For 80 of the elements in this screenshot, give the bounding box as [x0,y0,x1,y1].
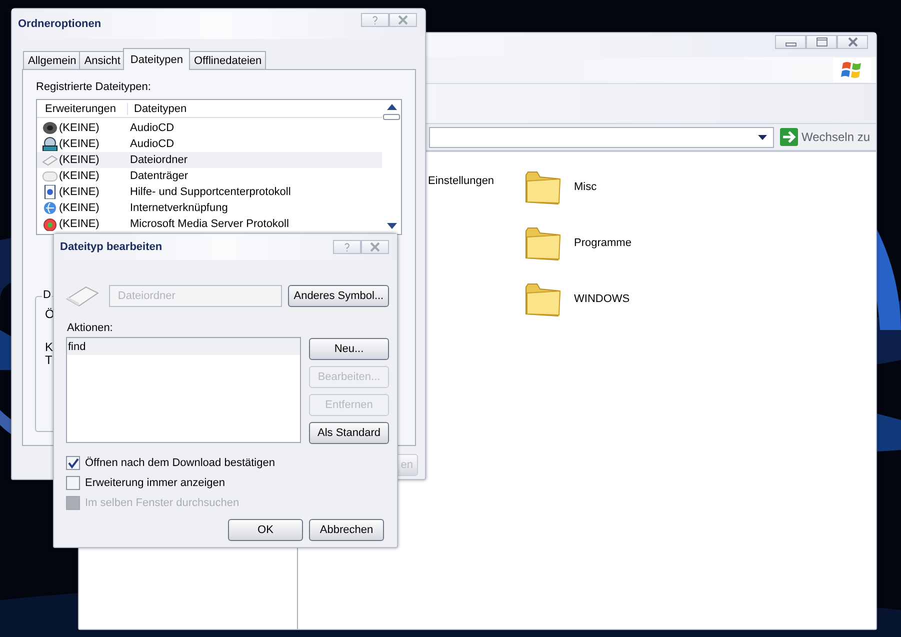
scroll-thumb[interactable] [383,114,400,120]
list-row[interactable]: (KEINE) Dateiordner [37,152,382,168]
drive-icon [42,169,58,183]
help-icon [370,15,380,25]
file-icon [66,284,100,308]
close-icon [369,242,381,252]
speaker-icon [42,121,58,135]
disc-icon [42,137,58,151]
close-icon [846,37,858,47]
checkbox[interactable] [66,456,80,470]
window-title: Dateityp bearbeiten [60,241,162,253]
tab[interactable]: Dateitypen [123,48,190,70]
list-row[interactable]: (KEINE) Hilfe- und Supportcenterprotokoll [37,184,382,200]
action-item[interactable]: find [67,338,300,355]
help-button[interactable] [333,240,361,254]
arrow-right-icon [780,128,798,146]
checkbox[interactable] [66,476,80,490]
group-label: D [42,289,52,301]
dialog-button[interactable]: OK [228,519,303,541]
folder-label: Einstellungen [428,175,496,187]
checkbox-label: Im selben Fenster durchsuchen [85,497,240,509]
extension-text: (KEINE) [59,138,100,150]
list-row[interactable]: (KEINE) AudioCD [37,120,382,136]
type-text: Dateiordner [129,154,188,166]
address-field[interactable] [429,126,774,148]
type-text: Internetverknüpfung [129,202,228,214]
group-text: K [45,340,54,354]
list-row[interactable]: (KEINE) Datenträger [37,168,382,184]
document-icon [42,185,58,199]
list-label: Registrierte Dateitypen: [36,81,152,93]
group-text: T [45,353,52,367]
checkbox-label: Erweiterung immer anzeigen [85,477,226,489]
column-header[interactable]: Erweiterungen [37,102,128,114]
folder-label[interactable]: Misc [574,181,597,193]
folder-icon[interactable] [524,281,562,317]
action-button[interactable]: Als Standard [309,422,389,444]
tab[interactable]: Ansicht [79,51,124,69]
checkbox-label: Öffnen nach dem Download bestätigen [85,457,275,469]
close-button[interactable] [837,35,868,49]
close-button[interactable] [389,13,417,27]
action-button[interactable]: Neu... [309,338,389,360]
maximize-icon [816,37,828,47]
change-icon-button[interactable]: Anderes Symbol... [288,285,390,307]
close-button[interactable] [361,240,389,254]
tab[interactable]: Allgemein [23,51,80,69]
media-icon [42,217,58,231]
file-icon [42,153,58,167]
list-row[interactable]: (KEINE) AudioCD [37,136,382,152]
folder-label[interactable]: WINDOWS [574,293,630,305]
extension-text: (KEINE) [59,218,100,230]
folder-label[interactable]: Programme [574,237,632,249]
tab[interactable]: Offlinedateien [188,51,266,69]
actions-label: Aktionen: [66,321,114,334]
help-button[interactable] [361,13,389,27]
maximize-button[interactable] [806,35,837,49]
help-icon [342,242,352,252]
scroll-up-icon[interactable] [386,104,396,110]
dropdown-arrow-icon [758,134,767,140]
globe-icon [42,201,58,215]
list-row[interactable]: (KEINE) Microsoft Media Server Protokoll [37,216,382,232]
windows-logo-icon [833,58,871,82]
folder-icon[interactable] [524,169,562,205]
extension-text: (KEINE) [59,154,100,166]
extension-text: (KEINE) [59,186,100,198]
go-button[interactable]: Wechseln zu [780,128,870,146]
extension-text: (KEINE) [59,122,100,134]
window-title: Ordneroptionen [18,18,102,30]
extension-text: (KEINE) [59,202,100,214]
dialog-button[interactable]: Abbrechen [309,519,384,541]
column-header[interactable]: Dateitypen [128,102,187,114]
extension-text: (KEINE) [59,170,100,182]
type-text: Hilfe- und Supportcenterprotokoll [129,186,291,198]
type-text: Datenträger [129,170,188,182]
type-text: AudioCD [129,138,174,150]
type-text: AudioCD [129,122,174,134]
minimize-button[interactable] [775,35,806,49]
folder-icon[interactable] [524,225,562,261]
type-text: Microsoft Media Server Protokoll [129,218,289,230]
close-icon [397,15,409,25]
list-row[interactable]: (KEINE) Internetverknüpfung [37,200,382,216]
